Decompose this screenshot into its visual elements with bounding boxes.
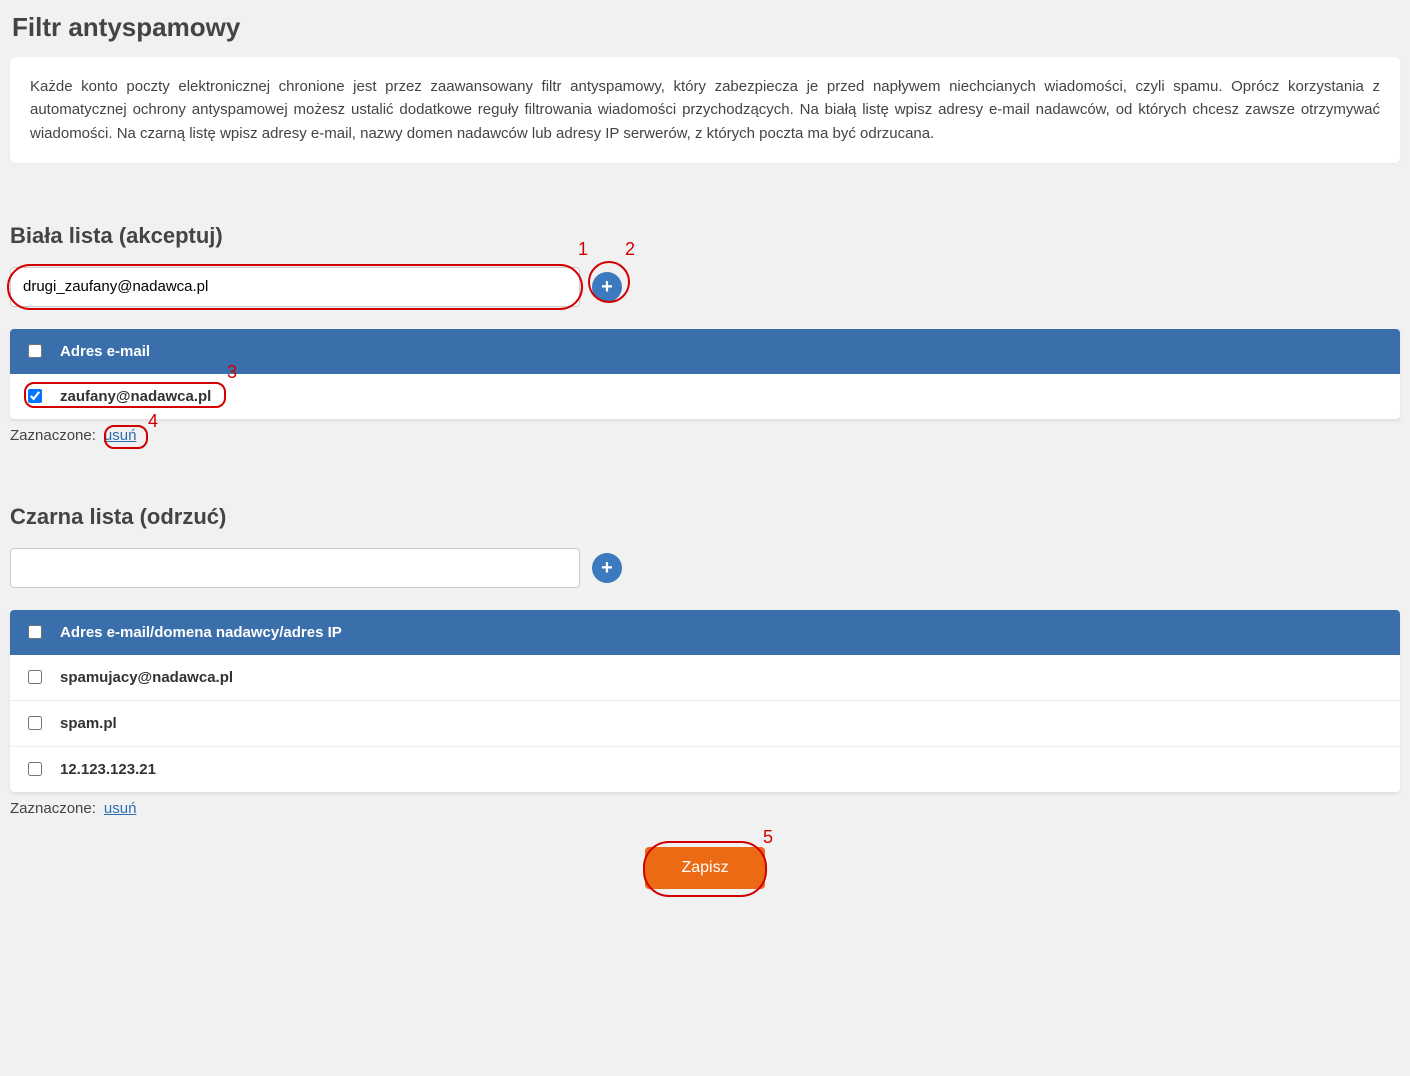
annotation-number-3: 3 (227, 362, 237, 383)
blacklist-table-header: Adres e-mail/domena nadawcy/adres IP (10, 610, 1400, 655)
blacklist-title: Czarna lista (odrzuć) (10, 504, 1400, 530)
table-row: spam.pl (10, 701, 1400, 747)
description-text: Każde konto poczty elektronicznej chroni… (30, 75, 1380, 145)
whitelist-title: Biała lista (akceptuj) (10, 223, 1400, 249)
annotation-number-4: 4 (148, 411, 158, 432)
table-row: zaufany@nadawca.pl 3 (10, 374, 1400, 419)
whitelist-item-value: zaufany@nadawca.pl (60, 388, 211, 405)
description-card: Każde konto poczty elektronicznej chroni… (10, 57, 1400, 163)
blacklist-add-button[interactable]: + (592, 553, 622, 583)
whitelist-table: Adres e-mail zaufany@nadawca.pl 3 (10, 329, 1400, 419)
blacklist-item-value: spam.pl (60, 715, 117, 732)
annotation-number-1: 1 (578, 239, 588, 260)
whitelist-delete-link[interactable]: usuń (104, 427, 137, 444)
table-row: 12.123.123.21 (10, 747, 1400, 792)
whitelist-selected-line: Zaznaczone: usuń 4 (10, 427, 1400, 444)
blacklist-selected-line: Zaznaczone: usuń (10, 800, 1400, 817)
blacklist-item-checkbox[interactable] (28, 670, 42, 684)
blacklist-item-value: 12.123.123.21 (60, 761, 156, 778)
blacklist-item-value: spamujacy@nadawca.pl (60, 669, 233, 686)
plus-icon: + (601, 558, 613, 578)
page-title: Filtr antyspamowy (10, 0, 1400, 57)
whitelist-select-all-checkbox[interactable] (28, 344, 42, 358)
plus-icon: + (601, 277, 613, 297)
whitelist-table-header: Adres e-mail (10, 329, 1400, 374)
annotation-number-5: 5 (763, 827, 773, 848)
whitelist-input[interactable] (10, 267, 580, 307)
blacklist-input[interactable] (10, 548, 580, 588)
blacklist-item-checkbox[interactable] (28, 762, 42, 776)
blacklist-header-label: Adres e-mail/domena nadawcy/adres IP (60, 624, 342, 641)
blacklist-item-checkbox[interactable] (28, 716, 42, 730)
whitelist-add-button[interactable]: + (592, 272, 622, 302)
blacklist-delete-link[interactable]: usuń (104, 800, 137, 817)
whitelist-header-label: Adres e-mail (60, 343, 150, 360)
table-row: spamujacy@nadawca.pl (10, 655, 1400, 701)
whitelist-item-checkbox[interactable] (28, 389, 42, 403)
blacklist-table: Adres e-mail/domena nadawcy/adres IP spa… (10, 610, 1400, 792)
whitelist-selected-label: Zaznaczone: (10, 427, 96, 444)
blacklist-select-all-checkbox[interactable] (28, 625, 42, 639)
save-button[interactable]: Zapisz (645, 847, 764, 889)
annotation-number-2: 2 (625, 239, 635, 260)
blacklist-selected-label: Zaznaczone: (10, 800, 96, 817)
